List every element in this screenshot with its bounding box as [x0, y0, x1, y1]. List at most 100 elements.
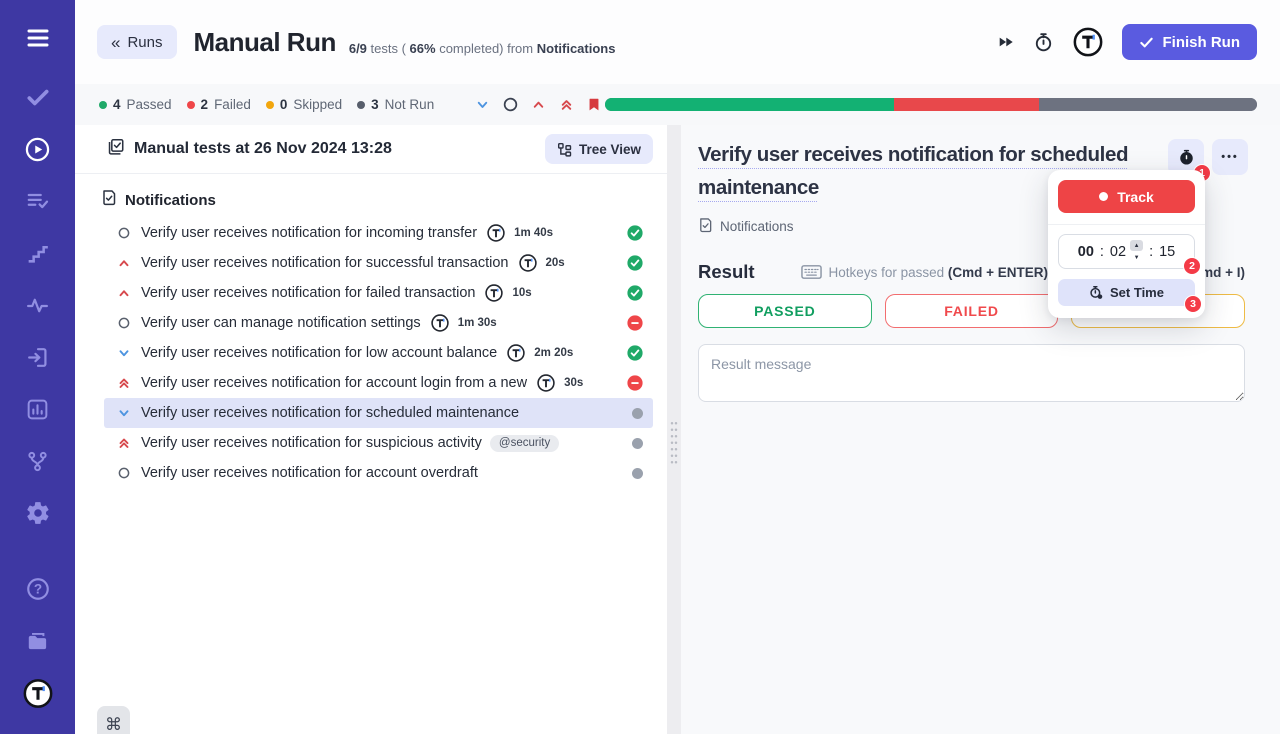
breadcrumb-label: Notifications	[720, 219, 794, 234]
ellipsis-icon: •••	[1221, 151, 1239, 163]
priority-icon	[116, 285, 132, 301]
circle-icon[interactable]	[502, 96, 519, 113]
logo-icon	[518, 254, 537, 272]
keyboard-icon	[800, 264, 822, 280]
priority-icon	[116, 465, 132, 481]
list-check-icon[interactable]	[23, 187, 53, 215]
test-row[interactable]: Verify user receives notification for su…	[104, 248, 653, 278]
tests-count: 6/9	[348, 40, 367, 56]
menu-icon[interactable]	[23, 24, 53, 52]
stairs-icon[interactable]	[23, 239, 53, 267]
status-dot-icon	[99, 100, 107, 109]
test-list-pane: Manual tests at 26 Nov 2024 13:28 Tree V…	[75, 125, 667, 734]
logo-icon[interactable]	[23, 678, 53, 708]
test-row[interactable]: Verify user receives notification for lo…	[104, 338, 653, 368]
test-row[interactable]: Verify user receives notification for ac…	[104, 368, 653, 398]
stopwatch-icon	[1179, 149, 1193, 165]
stopwatch-gear-icon	[1090, 285, 1103, 299]
test-row[interactable]: Verify user receives notification for in…	[104, 218, 653, 248]
step-badge-2: 2	[1183, 257, 1201, 275]
tree-view-label: Tree View	[578, 141, 641, 157]
minutes-stepper: ▲ ▼	[1130, 240, 1144, 263]
folder-icon[interactable]	[23, 627, 53, 655]
tree-view-button[interactable]: Tree View	[544, 134, 653, 164]
check-icon[interactable]	[23, 83, 53, 111]
status-counter[interactable]: 0 Skipped	[265, 97, 343, 112]
time-input[interactable]: 00 : 02 ▲ ▼ : 15 2	[1058, 234, 1201, 275]
more-button[interactable]: •••	[1212, 139, 1248, 175]
logo-icon[interactable]	[1073, 27, 1103, 57]
stepper-down-icon[interactable]: ▼	[1130, 252, 1143, 263]
gear-icon[interactable]	[23, 499, 53, 527]
set-time-label: Set Time	[1110, 285, 1164, 300]
login-icon[interactable]	[23, 343, 53, 371]
hours-value[interactable]: 00	[1078, 244, 1094, 260]
test-title: Verify user receives notification for lo…	[141, 345, 498, 361]
result-message-input[interactable]	[698, 344, 1245, 402]
test-title: Verify user receives notification for ac…	[141, 375, 528, 391]
test-duration: 2m 20s	[534, 347, 574, 359]
status-counter[interactable]: 4 Passed	[99, 97, 172, 112]
test-status-icon	[627, 255, 643, 271]
time-separator: :	[1149, 243, 1154, 260]
passed-button[interactable]: PASSED	[698, 294, 872, 328]
chevron-up-icon[interactable]	[530, 96, 547, 113]
counter-label: Not Run	[384, 97, 435, 112]
suite-row[interactable]: Notifications	[75, 188, 667, 212]
step-badge-3: 3	[1184, 295, 1202, 313]
seconds-value[interactable]: 15	[1159, 244, 1175, 260]
test-title: Verify user can manage notification sett…	[141, 315, 421, 331]
track-button[interactable]: Track	[1058, 180, 1195, 213]
checklist-icon	[105, 137, 125, 162]
test-row[interactable]: Verify user receives notification for su…	[104, 428, 653, 458]
test-status-icon	[627, 345, 643, 361]
stopwatch-icon[interactable]	[1033, 31, 1054, 53]
test-row[interactable]: Verify user receives notification for ac…	[104, 458, 653, 488]
fast-forward-icon[interactable]	[997, 34, 1014, 50]
result-heading: Result	[698, 261, 755, 282]
test-duration: 1m 30s	[457, 317, 497, 329]
failed-button[interactable]: FAILED	[884, 294, 1059, 328]
minutes-value[interactable]: 02	[1110, 244, 1126, 260]
play-circle-icon[interactable]	[23, 135, 53, 163]
status-counter[interactable]: 2 Failed	[186, 97, 251, 112]
file-check-icon	[698, 217, 713, 236]
chevron-down-icon[interactable]	[474, 96, 491, 113]
pulse-icon[interactable]	[23, 291, 53, 319]
test-duration: 30s	[564, 377, 584, 389]
back-to-runs-button[interactable]: « Runs	[97, 25, 177, 59]
test-duration: 1m 40s	[514, 227, 554, 239]
record-dot-icon	[1099, 192, 1109, 201]
status-counter[interactable]: 3 Not Run	[357, 97, 434, 112]
drag-handle-icon[interactable]	[670, 420, 678, 464]
topbar: « Runs Manual Run 6/9 tests ( 66% comple…	[75, 0, 1280, 84]
priority-icon	[116, 405, 132, 421]
track-label: Track	[1117, 188, 1154, 205]
test-tag: @security	[489, 434, 560, 452]
test-status-icon	[627, 225, 643, 241]
track-time-popup: Track 00 : 02 ▲ ▼ : 15 2 Set Time 3	[1048, 170, 1205, 318]
test-status-icon	[627, 315, 643, 331]
hotkeys-button[interactable]: ⌘	[97, 706, 130, 734]
test-row[interactable]: Verify user can manage notification sett…	[104, 308, 653, 338]
finish-run-button[interactable]: Finish Run	[1121, 24, 1257, 60]
git-branch-icon[interactable]	[23, 447, 53, 475]
priority-icon	[116, 375, 132, 391]
test-row[interactable]: Verify user receives notification for fa…	[104, 278, 653, 308]
test-title: Verify user receives notification for fa…	[141, 285, 476, 301]
priority-icon	[116, 315, 132, 331]
test-row[interactable]: Verify user receives notification for sc…	[104, 398, 653, 428]
help-icon[interactable]: ?	[23, 575, 53, 603]
stepper-up-icon[interactable]: ▲	[1130, 240, 1144, 251]
set-time-button[interactable]: Set Time 3	[1058, 279, 1202, 313]
counter-label: Skipped	[293, 97, 343, 112]
bar-chart-icon[interactable]	[23, 395, 53, 423]
sidebar: ?	[0, 0, 75, 734]
chevrons-up-icon[interactable]	[558, 96, 575, 113]
test-status-icon	[632, 407, 643, 419]
back-to-runs-label: Runs	[127, 33, 163, 51]
test-status-icon	[627, 375, 643, 391]
pane-splitter[interactable]	[667, 125, 681, 734]
counter-count: 3	[371, 97, 379, 112]
bookmark-icon[interactable]	[586, 96, 602, 113]
